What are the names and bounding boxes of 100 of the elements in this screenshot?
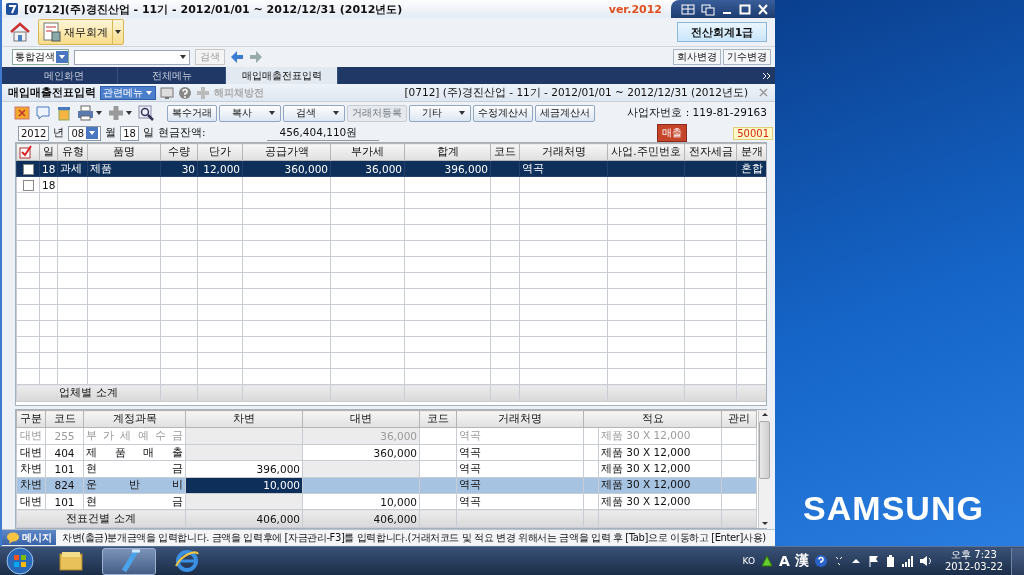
scope-dropdown[interactable]: 통합검색 <box>12 49 69 65</box>
scroll-thumb[interactable] <box>759 421 770 479</box>
voucher-number: 50001 <box>733 126 773 140</box>
year-field[interactable]: 2012 <box>18 125 50 141</box>
column-header: 단가 <box>197 143 243 161</box>
ledger-icon <box>42 21 62 43</box>
table-cell: 제품 30 X 12,000 <box>598 444 722 461</box>
table-cell: 제품 30 X 12,000 <box>598 460 722 478</box>
hanja-mode[interactable]: 漢 <box>794 552 809 570</box>
table-cell: 부 가 세 예 수 금 <box>83 427 186 445</box>
toolbar-button[interactable]: 복사 <box>219 104 281 122</box>
month-dropdown[interactable]: 08 <box>68 125 102 141</box>
sales-type-badge: 매출 <box>657 124 688 142</box>
table-row[interactable]: 차변 101 현 금 396,000 역곡 제품 30 X 12,000 <box>16 460 757 478</box>
toolbar-button[interactable]: 세금계산서 <box>535 104 595 122</box>
trash-icon[interactable] <box>56 105 72 121</box>
toolbar-button[interactable]: 수정계산서 <box>473 104 533 122</box>
module-button[interactable]: 재무회계 <box>38 19 124 45</box>
table-cell: 404 <box>45 444 84 461</box>
column-header: 공급가액 <box>242 143 331 161</box>
table-row[interactable]: 차변 824 운 반 비 10,000 역곡 제품 30 X 12,000 <box>16 477 757 494</box>
browser-icon <box>174 548 200 574</box>
caret-icon <box>458 109 466 117</box>
caret-icon <box>145 88 153 97</box>
column-header: 거래처명 <box>456 410 584 428</box>
business-number-label: 사업자번호 : 119-81-29163 <box>627 106 767 120</box>
table-row[interactable]: 18 <box>16 176 766 193</box>
table-cell: 대변 <box>16 427 46 445</box>
start-orb-icon <box>6 547 34 575</box>
signal-icon[interactable] <box>900 554 914 568</box>
delete-icon[interactable] <box>14 105 30 121</box>
caret-icon <box>179 53 187 61</box>
window-title: [0712](주)경진산업 - 11기 - 2012/01/01 ~ 2012/12/31 (2012년도) <box>24 1 403 17</box>
column-header: 차변 <box>185 410 303 428</box>
search-icon[interactable] <box>138 105 154 121</box>
more-tabs-icon[interactable] <box>761 70 772 81</box>
column-header: 합계 <box>404 143 491 161</box>
ime-icon[interactable] <box>760 554 775 568</box>
clock[interactable]: 오후 7:23 2012-03-22 <box>944 549 1003 573</box>
table-cell: 18 <box>39 176 58 193</box>
license-button[interactable]: 전산회계1급 <box>677 22 767 42</box>
table-cell: 255 <box>45 427 84 445</box>
message-label: 메시지 <box>2 530 56 545</box>
version-label: ver.2012 <box>608 2 662 16</box>
month-label: 월 <box>105 126 117 140</box>
column-header: 관리 <box>721 410 757 428</box>
caret-icon <box>125 109 133 117</box>
company-period-label: [0712] (주)경진산업 - 11기 - 2012/01/01 ~ 2012/12/31 (2012년도) <box>404 85 748 100</box>
tab[interactable]: 매입매출전표입력 <box>226 67 338 84</box>
toolbar-button[interactable]: 기타 <box>409 104 471 122</box>
monitor-icon[interactable] <box>160 85 174 100</box>
show-desktop-button[interactable] <box>1011 547 1024 575</box>
flag-icon[interactable] <box>866 554 879 568</box>
maximize-icon[interactable] <box>739 2 751 16</box>
column-header: 유형 <box>57 143 88 161</box>
day-field[interactable]: 18 <box>120 125 139 141</box>
column-header: 거래처명 <box>519 143 608 161</box>
caret-icon <box>114 28 122 36</box>
column-header: 사업.주민번호 <box>607 143 685 161</box>
table-cell: 396,000 <box>185 460 303 478</box>
table-cell: 제품 30 X 12,000 <box>598 493 722 510</box>
column-header: 구분 <box>16 410 46 428</box>
printer-icon[interactable] <box>77 105 94 121</box>
table-cell: 역곡 <box>456 444 584 461</box>
column-header: 대변 <box>302 410 420 428</box>
scrollbar[interactable] <box>758 410 770 528</box>
help-icon[interactable] <box>813 554 828 568</box>
checkbox[interactable] <box>22 179 34 191</box>
table-cell: 역곡 <box>456 460 584 478</box>
screen-title: 매입매출전표입력 <box>8 85 96 100</box>
table-cell: 역곡 <box>456 427 584 445</box>
table-cell: 대변 <box>16 444 46 461</box>
ime-mode[interactable]: A <box>779 553 790 569</box>
table-row[interactable]: 대변 101 현 금 10,000 역곡 제품 30 X 12,000 <box>16 493 757 510</box>
checkbox[interactable] <box>22 163 34 175</box>
table-cell: 차변 <box>16 460 46 478</box>
balance-value: 456,404,110원 <box>267 125 380 141</box>
language-indicator[interactable]: KO <box>742 556 756 566</box>
column-header: 적요 <box>583 410 722 428</box>
column-header: 부가세 <box>330 143 405 161</box>
toolbar-button[interactable]: 검색 <box>283 104 345 122</box>
toolbar-button[interactable]: 복수거래 <box>167 104 217 122</box>
back-arrow-icon[interactable] <box>230 50 244 64</box>
table-row[interactable]: 18 과세 제품 30 12,000 360,000 36,000 396,000 역곡 혼합 <box>16 160 766 177</box>
balance-label: 현금잔액: <box>157 126 206 140</box>
windows-icon[interactable] <box>701 2 715 16</box>
toolbar-button[interactable]: 회사변경 <box>673 49 721 65</box>
speaker-icon[interactable] <box>918 554 932 568</box>
related-menu-dropdown[interactable]: 관련메뉴 <box>100 85 156 100</box>
app-icon <box>5 2 19 16</box>
check-all-icon[interactable] <box>19 145 32 159</box>
column-header: 품명 <box>87 143 161 161</box>
table-cell: 현 금 <box>83 493 186 510</box>
toolbar-button[interactable]: 기수변경 <box>723 49 771 65</box>
layout-icon[interactable] <box>681 2 695 16</box>
speech-bubble-icon[interactable] <box>35 105 51 121</box>
search-field[interactable] <box>74 49 190 65</box>
disabled-menu-label: 해피채방전 <box>214 85 264 100</box>
caret-icon <box>86 127 99 139</box>
table-row[interactable]: 대변 404 제 품 매 출 360,000 역곡 제품 30 X 12,000 <box>16 444 757 461</box>
